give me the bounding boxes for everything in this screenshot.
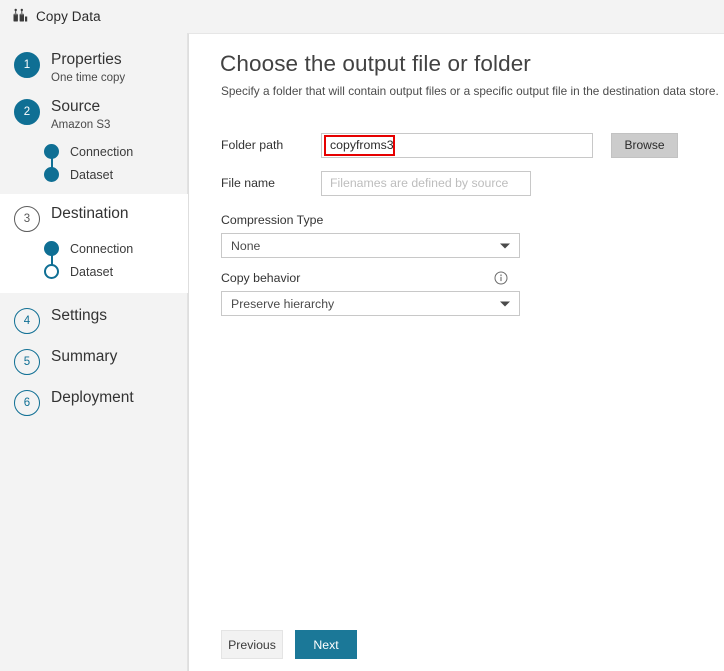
substep-status-dot [44,167,59,182]
wizard-step-sidebar: 1 Properties One time copy 2 Source Amaz… [0,33,188,671]
step-label: Deployment [51,388,134,408]
step-number: 3 [24,213,30,225]
step-number: 1 [24,59,30,71]
step-number-badge: 1 [14,52,40,78]
substep-label: Connection [70,145,133,159]
file-name-label: File name [221,176,321,190]
copy-behavior-label: Copy behavior [221,271,300,285]
window-titlebar: Copy Data [0,0,724,33]
substep-label: Dataset [70,265,113,279]
folder-path-label: Folder path [221,138,321,152]
step-number: 6 [24,397,30,409]
step-number: 2 [24,106,30,118]
substep-list-source: Connection Dataset [0,135,188,194]
chevron-down-icon [500,301,510,306]
substep-status-dot [44,241,59,256]
info-icon[interactable] [494,271,508,285]
form-row-file-name: File name Filenames are defined by sourc… [221,165,696,201]
substep-status-dot [44,144,59,159]
copy-behavior-label-wrap: Copy behavior [221,271,696,285]
next-button-label: Next [313,638,338,652]
sidebar-substep-destination-connection[interactable]: Connection [44,237,188,260]
step-number-badge: 4 [14,308,40,334]
step-group-properties: 1 Properties One time copy [0,33,188,88]
step-text-block: Settings [51,306,107,326]
step-number: 5 [24,356,30,368]
step-label: Properties [51,50,125,70]
step-number: 4 [24,315,30,327]
substep-label: Dataset [70,168,113,182]
step-sublabel: Amazon S3 [51,117,110,133]
output-form: Folder path copyfroms3 Browse File name … [221,127,696,316]
substep-list-destination: Connection Dataset [0,232,188,283]
sidebar-substep-destination-dataset[interactable]: Dataset [44,260,188,283]
sidebar-step-deployment[interactable]: 6 Deployment [0,388,188,416]
compression-type-value: None [231,239,260,253]
step-number-badge: 5 [14,349,40,375]
step-sublabel: One time copy [51,70,125,86]
step-text-block: Properties One time copy [51,50,125,86]
step-label: Destination [51,204,129,224]
sidebar-substep-source-connection[interactable]: Connection [44,140,188,163]
file-name-placeholder: Filenames are defined by source [330,176,508,190]
substep-status-dot [44,264,59,279]
next-button[interactable]: Next [295,630,357,659]
compression-type-label: Compression Type [221,213,696,227]
form-row-copy-behavior: Copy behavior Preserve hierarchy [221,271,696,316]
window-title: Copy Data [36,9,101,24]
page-subtitle: Specify a folder that will contain outpu… [221,84,719,98]
copy-data-wizard-window: Copy Data 1 Properties One time copy 2 [0,0,724,671]
browse-button-label: Browse [624,138,664,152]
browse-button[interactable]: Browse [611,133,678,158]
copy-behavior-value: Preserve hierarchy [231,297,334,311]
sidebar-step-properties[interactable]: 1 Properties One time copy [0,50,188,88]
page-title: Choose the output file or folder [220,51,531,77]
sidebar-step-settings[interactable]: 4 Settings [0,306,188,334]
copy-data-icon [11,8,29,26]
sidebar-step-destination[interactable]: 3 Destination [0,204,188,232]
sidebar-step-summary[interactable]: 5 Summary [0,347,188,375]
chevron-down-icon [500,243,510,248]
copy-behavior-select[interactable]: Preserve hierarchy [221,291,520,316]
folder-path-value: copyfroms3 [330,138,394,152]
form-row-compression-type: Compression Type None [221,213,696,258]
step-number-badge: 6 [14,390,40,416]
sidebar-substep-source-dataset[interactable]: Dataset [44,163,188,186]
file-name-input[interactable]: Filenames are defined by source [321,171,531,196]
compression-type-select[interactable]: None [221,233,520,258]
previous-button[interactable]: Previous [221,630,283,659]
step-number-badge: 3 [14,206,40,232]
wizard-footer: Previous Next [221,630,357,659]
step-label: Summary [51,347,117,367]
main-content-panel: Choose the output file or folder Specify… [188,33,724,671]
form-row-folder-path: Folder path copyfroms3 Browse [221,127,696,163]
step-label: Settings [51,306,107,326]
step-group-summary: 5 Summary [0,334,188,375]
step-text-block: Summary [51,347,117,367]
step-number-badge: 2 [14,99,40,125]
step-group-source: 2 Source Amazon S3 Connection Dataset [0,88,188,194]
previous-button-label: Previous [228,638,276,652]
folder-path-input[interactable]: copyfroms3 [321,133,593,158]
step-group-deployment: 6 Deployment [0,375,188,416]
substep-label: Connection [70,242,133,256]
step-text-block: Source Amazon S3 [51,97,110,133]
step-group-destination: 3 Destination Connection Dataset [0,194,188,293]
step-text-block: Destination [51,204,129,224]
step-label: Source [51,97,110,117]
sidebar-step-source[interactable]: 2 Source Amazon S3 [0,97,188,135]
step-text-block: Deployment [51,388,134,408]
step-group-settings: 4 Settings [0,293,188,334]
